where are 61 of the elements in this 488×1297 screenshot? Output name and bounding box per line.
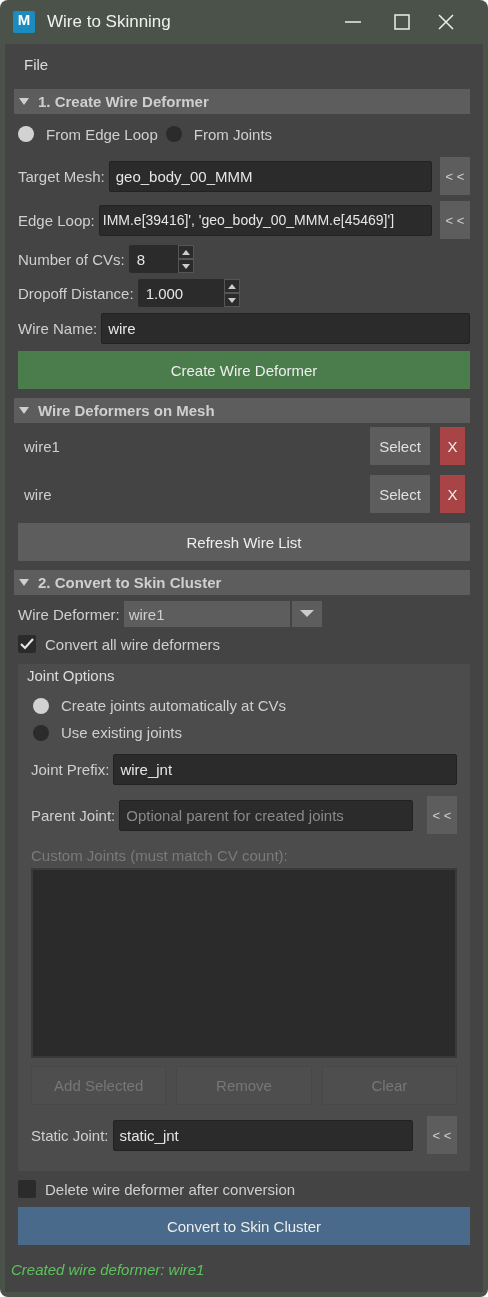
down-arrow-icon xyxy=(227,297,236,303)
status-message: Created wire deformer: wire1 xyxy=(11,1261,205,1278)
wire-name: wire1 xyxy=(24,437,61,455)
field-label: Edge Loop: xyxy=(18,211,95,229)
field-label: Static Joint: xyxy=(31,1126,109,1144)
field-label: Target Mesh: xyxy=(18,167,105,185)
menu-item[interactable]: File xyxy=(24,55,49,73)
up-arrow-icon xyxy=(227,283,236,289)
radio-button[interactable] xyxy=(165,126,182,142)
dropdown-button[interactable] xyxy=(291,601,322,627)
delete-button[interactable]: X xyxy=(440,475,465,513)
checkbox[interactable] xyxy=(18,635,36,653)
field-label: Dropoff Distance: xyxy=(18,284,134,302)
field-label: Joint Prefix: xyxy=(31,761,110,778)
checkbox-label: Delete wire deformer after conversion xyxy=(45,1180,296,1198)
convert-button[interactable]: Convert to Skin Cluster xyxy=(18,1207,470,1245)
text-field[interactable]: wire xyxy=(101,313,470,344)
create-wire-button[interactable]: Create Wire Deformer xyxy=(18,351,470,389)
radio-label: Use existing joints xyxy=(61,724,182,741)
radio-button[interactable] xyxy=(33,697,49,714)
text-field[interactable]: Optional parent for created joints xyxy=(119,799,413,831)
field-label: Wire Name: xyxy=(18,320,98,337)
text-field[interactable]: static_jnt xyxy=(112,1119,413,1151)
select-button[interactable]: Select xyxy=(370,427,430,465)
delete-button[interactable]: X xyxy=(440,427,465,465)
select-button[interactable]: Select xyxy=(370,475,430,513)
load-selection-button[interactable]: < < xyxy=(427,1116,457,1154)
dropdown[interactable]: wire1 xyxy=(123,601,290,627)
wire-name: wire xyxy=(24,485,53,503)
caret-icon xyxy=(299,610,314,618)
section-header[interactable]: 1. Create Wire Deformer xyxy=(14,89,470,114)
window-title: Wire to Skinning xyxy=(47,12,172,32)
load-selection-button[interactable]: < < xyxy=(427,796,457,834)
checkbox[interactable] xyxy=(18,1180,36,1198)
checkmark-icon xyxy=(20,638,34,650)
section-header[interactable]: 2. Convert to Skin Cluster xyxy=(14,570,470,595)
radio-label: From Edge Loop xyxy=(46,125,158,143)
app-logo: M xyxy=(13,11,35,33)
field-label: Number of CVs: xyxy=(18,250,125,268)
collapse-arrow-icon[interactable] xyxy=(18,405,30,416)
number-field[interactable]: 1.000 xyxy=(137,279,224,307)
text-field[interactable]: IMM.e[39416]', 'geo_body_00_MMM.e[45469]'] xyxy=(98,204,432,236)
load-selection-button[interactable]: < < xyxy=(440,157,470,195)
field-label: Parent Joint: xyxy=(31,806,116,824)
section-header[interactable]: Wire Deformers on Mesh xyxy=(14,398,470,423)
checkbox-label: Convert all wire deformers xyxy=(45,635,221,653)
radio-button[interactable] xyxy=(18,126,34,142)
radio-label: Create joints automatically at CVs xyxy=(61,697,287,714)
collapse-arrow-icon[interactable] xyxy=(18,577,30,588)
group-title: Joint Options xyxy=(27,666,115,684)
refresh-button[interactable]: Refresh Wire List xyxy=(18,523,470,561)
collapse-arrow-icon[interactable] xyxy=(18,96,30,107)
text-field[interactable]: wire_jnt xyxy=(113,754,457,785)
number-field[interactable]: 8 xyxy=(128,245,178,273)
field-label: Wire Deformer: xyxy=(18,605,120,623)
load-selection-button[interactable]: < < xyxy=(440,201,470,239)
radio-label: From Joints xyxy=(193,125,273,143)
up-arrow-icon xyxy=(181,249,190,255)
text-field[interactable]: geo_body_00_MMM xyxy=(108,160,432,192)
radio-button[interactable] xyxy=(33,724,49,741)
down-arrow-icon xyxy=(181,263,190,269)
